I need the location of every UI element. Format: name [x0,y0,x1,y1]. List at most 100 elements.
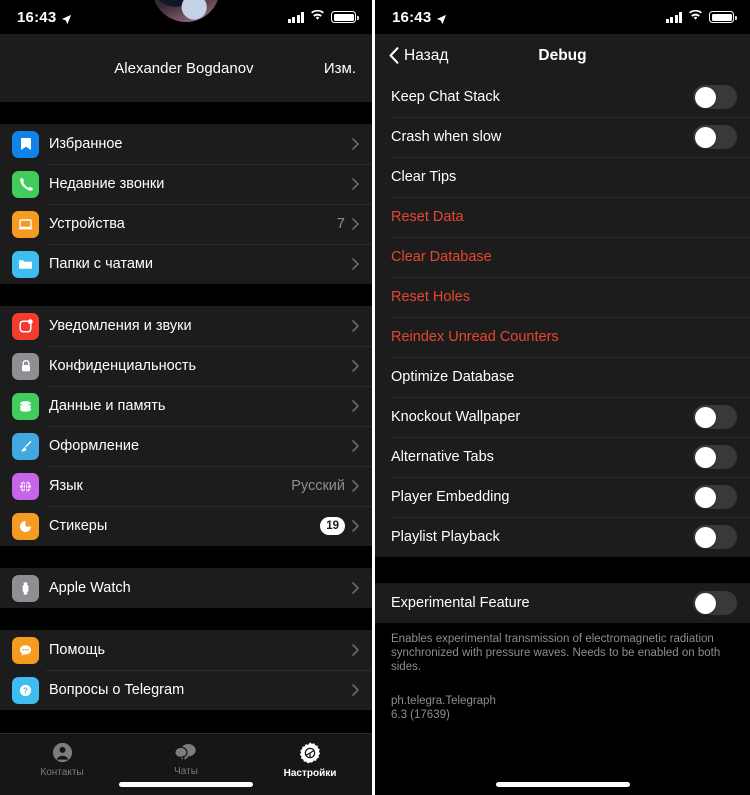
sidebar-item-devices[interactable]: Устройства 7 [0,204,372,244]
toggle-keep-chat-stack[interactable] [693,85,737,109]
sidebar-item-notifications[interactable]: Уведомления и звуки [0,306,372,346]
tab-contacts[interactable]: Контакты [0,741,124,778]
chevron-right-icon [352,684,359,696]
sidebar-item-help[interactable]: Помощь [0,630,372,670]
sidebar-item-label: Избранное [49,136,123,152]
row-label: Alternative Tabs [391,449,494,465]
right-phone-screen: 16:43 Назад Debug Keep Chat Stack Crash … [375,0,750,795]
bundle-id: ph.telegra.Telegraph [391,695,496,707]
chats-icon [174,741,198,763]
tab-label: Настройки [283,768,337,779]
back-button[interactable]: Назад [389,47,448,65]
tab-label: Чаты [174,766,198,777]
toggle-alternative-tabs[interactable] [693,445,737,469]
home-indicator[interactable] [495,782,630,787]
section-gap [0,284,372,306]
status-bar-time-group: 16:43 [17,9,72,26]
debug-section-2: Experimental Feature [375,583,750,623]
tab-settings[interactable]: Настройки [248,741,372,779]
chevron-right-icon [352,138,359,150]
chevron-right-icon [352,258,359,270]
sidebar-item-recent-calls[interactable]: Недавние звонки [0,164,372,204]
sidebar-item-label: Стикеры [49,518,108,534]
app-version: 6.3 (17639) [391,709,450,721]
sidebar-item-label: Язык [49,478,83,494]
row-label: Clear Database [391,249,492,265]
sidebar-item-apple-watch[interactable]: Apple Watch [0,568,372,608]
chevron-right-icon [352,320,359,332]
sidebar-item-chat-folders[interactable]: Папки с чатами [0,244,372,284]
toggle-player-embedding[interactable] [693,485,737,509]
home-indicator[interactable] [119,782,253,787]
debug-row-optimize-database[interactable]: Optimize Database [375,357,750,397]
sidebar-item-label: Устройства [49,216,125,232]
debug-row-playlist-playback[interactable]: Playlist Playback [375,517,750,557]
phone-icon [12,170,39,198]
toggle-crash-when-slow[interactable] [693,125,737,149]
status-bar-indicators [287,8,359,26]
sidebar-item-appearance[interactable]: Оформление [0,426,372,466]
chevron-right-icon [352,218,359,230]
footnote-text: Enables experimental transmission of ele… [391,633,721,673]
settings-gear-icon [298,741,322,765]
location-arrow-icon [61,12,72,24]
left-phone-screen: 16:43 Alexander Bogdanov Изм. Избранное … [0,0,375,795]
settings-section-4: Помощь ? Вопросы о Telegram [0,630,372,710]
sidebar-item-label: Вопросы о Telegram [49,682,185,698]
chevron-left-icon [389,47,399,64]
dual-screenshot: 16:43 Alexander Bogdanov Изм. Избранное … [0,0,750,795]
debug-row-keep-chat-stack[interactable]: Keep Chat Stack [375,77,750,117]
wifi-icon [310,8,325,26]
sidebar-item-privacy[interactable]: Конфиденциальность [0,346,372,386]
debug-row-knockout-wallpaper[interactable]: Knockout Wallpaper [375,397,750,437]
debug-row-reset-data[interactable]: Reset Data [375,197,750,237]
debug-row-player-embedding[interactable]: Player Embedding [375,477,750,517]
section-gap [375,557,750,583]
debug-row-reindex-unread-counters[interactable]: Reindex Unread Counters [375,317,750,357]
sidebar-item-telegram-faq[interactable]: ? Вопросы о Telegram [0,670,372,710]
chevron-right-icon [352,360,359,372]
settings-section-3: Apple Watch [0,568,372,608]
sidebar-item-label: Apple Watch [49,580,131,596]
globe-icon [12,472,39,500]
toggle-experimental-feature[interactable] [693,591,737,615]
row-label: Reset Data [391,209,464,225]
toggle-knockout-wallpaper[interactable] [693,405,737,429]
debug-row-experimental-feature[interactable]: Experimental Feature [375,583,750,623]
debug-row-reset-holes[interactable]: Reset Holes [375,277,750,317]
sidebar-item-label: Конфиденциальность [49,358,197,374]
devices-count: 7 [336,216,345,232]
battery-icon [331,11,359,23]
debug-row-clear-tips[interactable]: Clear Tips [375,157,750,197]
debug-row-clear-database[interactable]: Clear Database [375,237,750,277]
profile-header: Alexander Bogdanov Изм. [0,34,372,102]
tab-label: Контакты [40,767,84,778]
row-label: Player Embedding [391,489,510,505]
battery-icon [709,11,737,23]
sticker-icon [12,512,39,540]
back-button-label: Назад [404,46,449,64]
tab-chats[interactable]: Чаты [124,741,248,777]
question-icon: ? [12,676,39,704]
sidebar-item-stickers[interactable]: Стикеры 19 [0,506,372,546]
sidebar-item-saved[interactable]: Избранное [0,124,372,164]
bookmark-icon [12,130,39,158]
sidebar-item-label: Данные и память [49,398,166,414]
chat-help-icon [12,636,39,664]
chevron-right-icon [352,520,359,532]
debug-row-crash-when-slow[interactable]: Crash when slow [375,117,750,157]
cellular-signal-icon [665,11,682,23]
sidebar-item-data-storage[interactable]: Данные и память [0,386,372,426]
chevron-right-icon [352,644,359,656]
toggle-playlist-playback[interactable] [693,525,737,549]
edit-button[interactable]: Изм. [324,60,356,77]
debug-row-alternative-tabs[interactable]: Alternative Tabs [375,437,750,477]
sidebar-item-language[interactable]: Язык Русский [0,466,372,506]
row-label: Reindex Unread Counters [391,329,559,345]
row-label: Optimize Database [391,369,515,385]
chevron-right-icon [352,440,359,452]
chevron-right-icon [352,400,359,412]
footer-note: Enables experimental transmission of ele… [375,623,750,722]
status-time: 16:43 [392,8,432,26]
row-label: Crash when slow [391,129,502,145]
